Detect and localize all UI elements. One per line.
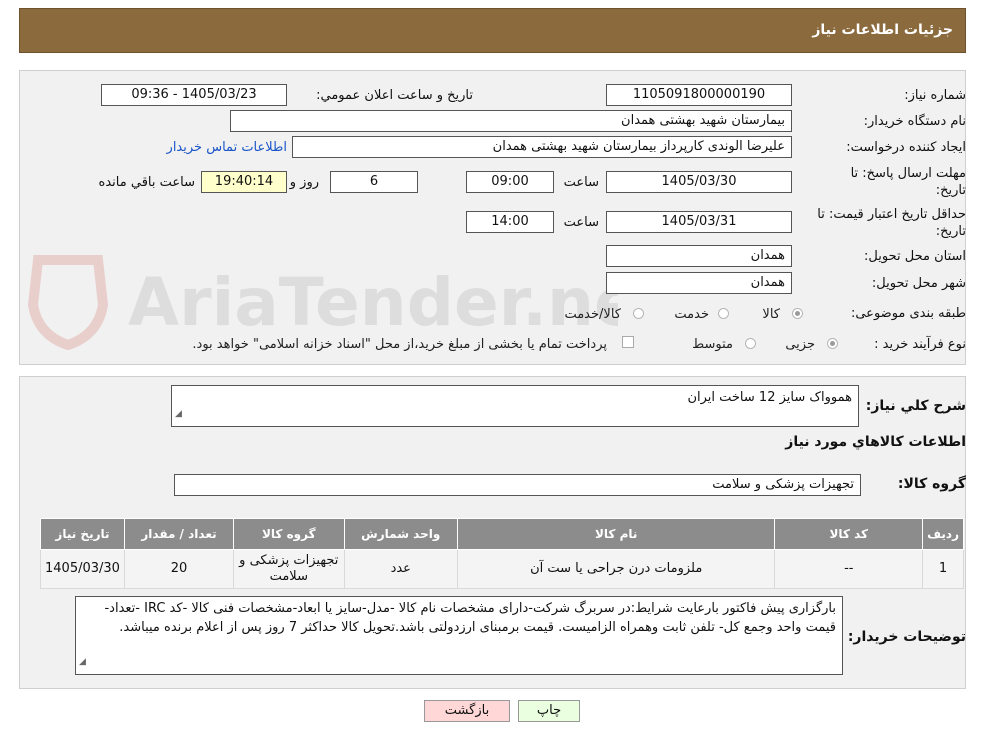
buyer-notes-textarea[interactable]: بارگزاری پیش فاکتور بارعایت شرایط:در سرب… — [75, 596, 843, 675]
deadline-days-label: روز و — [289, 175, 319, 190]
deadline-date-field: 1405/03/30 — [606, 171, 792, 193]
validity-label-line1: حداقل تاریخ اعتبار قیمت: تا — [817, 207, 966, 222]
announce-field: 1405/03/23 - 09:36 — [101, 84, 287, 106]
creator-field: علیرضا الوندی کارپرداز بیمارستان شهید به… — [292, 136, 792, 158]
deadline-label-line1: مهلت ارسال پاسخ: تا — [850, 166, 966, 181]
category-label: طبقه بندی موضوعی: — [850, 306, 966, 321]
table-row: 1 -- ملزومات درن جراحی یا ست آن عدد تجهی… — [40, 549, 964, 589]
resize-grip-icon[interactable]: ◢ — [175, 405, 182, 424]
col-item-group: گروه کالا — [233, 518, 345, 550]
cell-quantity: 20 — [123, 549, 235, 589]
col-row-number: ردیف — [922, 518, 964, 550]
validity-label-line2: تاریخ: — [935, 224, 966, 239]
cell-item-name: ملزومات درن جراحی یا ست آن — [456, 549, 776, 589]
goods-group-label: گروه کالا: — [897, 476, 966, 492]
goods-group-field: تجهیزات پزشکی و سلامت — [174, 474, 861, 496]
category-option-goods: کالا — [762, 307, 780, 322]
col-quantity: تعداد / مقدار — [123, 518, 235, 550]
city-field: همدان — [606, 272, 792, 294]
announce-label: تاریخ و ساعت اعلان عمومي: — [316, 88, 473, 103]
deadline-time-field: 09:00 — [466, 171, 554, 193]
col-unit: واحد شمارش — [343, 518, 458, 550]
buyer-org-label: نام دستگاه خریدار: — [863, 114, 966, 129]
remaining-label: ساعت باقي مانده — [98, 175, 195, 190]
items-table: ردیف کد کالا نام کالا واحد شمارش گروه کا… — [40, 518, 964, 589]
back-button[interactable]: بازگشت — [424, 700, 510, 722]
category-radio-service[interactable] — [718, 308, 729, 319]
validity-time-field: 14:00 — [466, 211, 554, 233]
treasury-payment-checkbox[interactable] — [622, 336, 634, 348]
city-label: شهر محل تحویل: — [871, 276, 966, 291]
creator-label: ایجاد کننده درخواست: — [846, 140, 966, 155]
summary-textarea[interactable]: هموواک سایز 12 ساخت ایران ◢ — [171, 385, 859, 427]
col-need-date: تاریخ نیاز — [40, 518, 125, 550]
treasury-payment-note: پرداخت تمام یا بخشی از مبلغ خرید،از محل … — [192, 337, 607, 352]
buyer-notes-label: توضیحات خریدار: — [847, 629, 966, 645]
validity-date-field: 1405/03/31 — [606, 211, 792, 233]
need-number-field: 1105091800000190 — [606, 84, 792, 106]
page-header: جزئیات اطلاعات نیاز — [19, 8, 966, 53]
print-button[interactable]: چاپ — [518, 700, 580, 722]
items-table-header: ردیف کد کالا نام کالا واحد شمارش گروه کا… — [40, 518, 964, 550]
category-option-goods-service: کالا/خدمت — [564, 307, 621, 322]
cell-item-code: -- — [774, 549, 924, 589]
category-option-service: خدمت — [674, 307, 709, 322]
goods-info-title: اطلاعات کالاهاي مورد نیاز — [785, 434, 966, 450]
process-radio-medium[interactable] — [745, 338, 756, 349]
deadline-label-line2: تاریخ: — [935, 183, 966, 198]
buyer-notes-text: بارگزاری پیش فاکتور بارعایت شرایط:در سرب… — [104, 601, 836, 635]
resize-grip-icon[interactable]: ◢ — [79, 653, 86, 672]
cell-row-number: 1 — [922, 549, 964, 589]
deadline-time-label: ساعت — [563, 175, 599, 190]
summary-text: هموواک سایز 12 ساخت ایران — [687, 390, 852, 405]
province-label: استان محل تحویل: — [864, 249, 966, 264]
page-title: جزئیات اطلاعات نیاز — [812, 22, 953, 38]
province-field: همدان — [606, 245, 792, 267]
category-radio-goods-service[interactable] — [633, 308, 644, 319]
category-radio-goods[interactable] — [792, 308, 803, 319]
buyer-org-field: بیمارستان شهید بهشتی همدان — [230, 110, 792, 132]
cell-need-date: 1405/03/30 — [40, 549, 125, 589]
process-option-medium: متوسط — [692, 337, 733, 352]
remaining-time-field: 19:40:14 — [201, 171, 287, 193]
deadline-days-field: 6 — [330, 171, 418, 193]
cell-unit: عدد — [343, 549, 458, 589]
process-radio-minor[interactable] — [827, 338, 838, 349]
process-option-minor: جزیی — [785, 337, 815, 352]
buyer-contact-link[interactable]: اطلاعات تماس خریدار — [167, 140, 287, 155]
cell-item-group: تجهیزات پزشکی و سلامت — [233, 549, 345, 589]
summary-label: شرح کلي نیاز: — [865, 398, 966, 414]
col-item-code: کد کالا — [774, 518, 924, 550]
col-item-name: نام کالا — [456, 518, 776, 550]
need-number-label: شماره نیاز: — [904, 88, 966, 103]
validity-time-label: ساعت — [563, 215, 599, 230]
process-label: نوع فرآیند خرید : — [874, 337, 966, 352]
